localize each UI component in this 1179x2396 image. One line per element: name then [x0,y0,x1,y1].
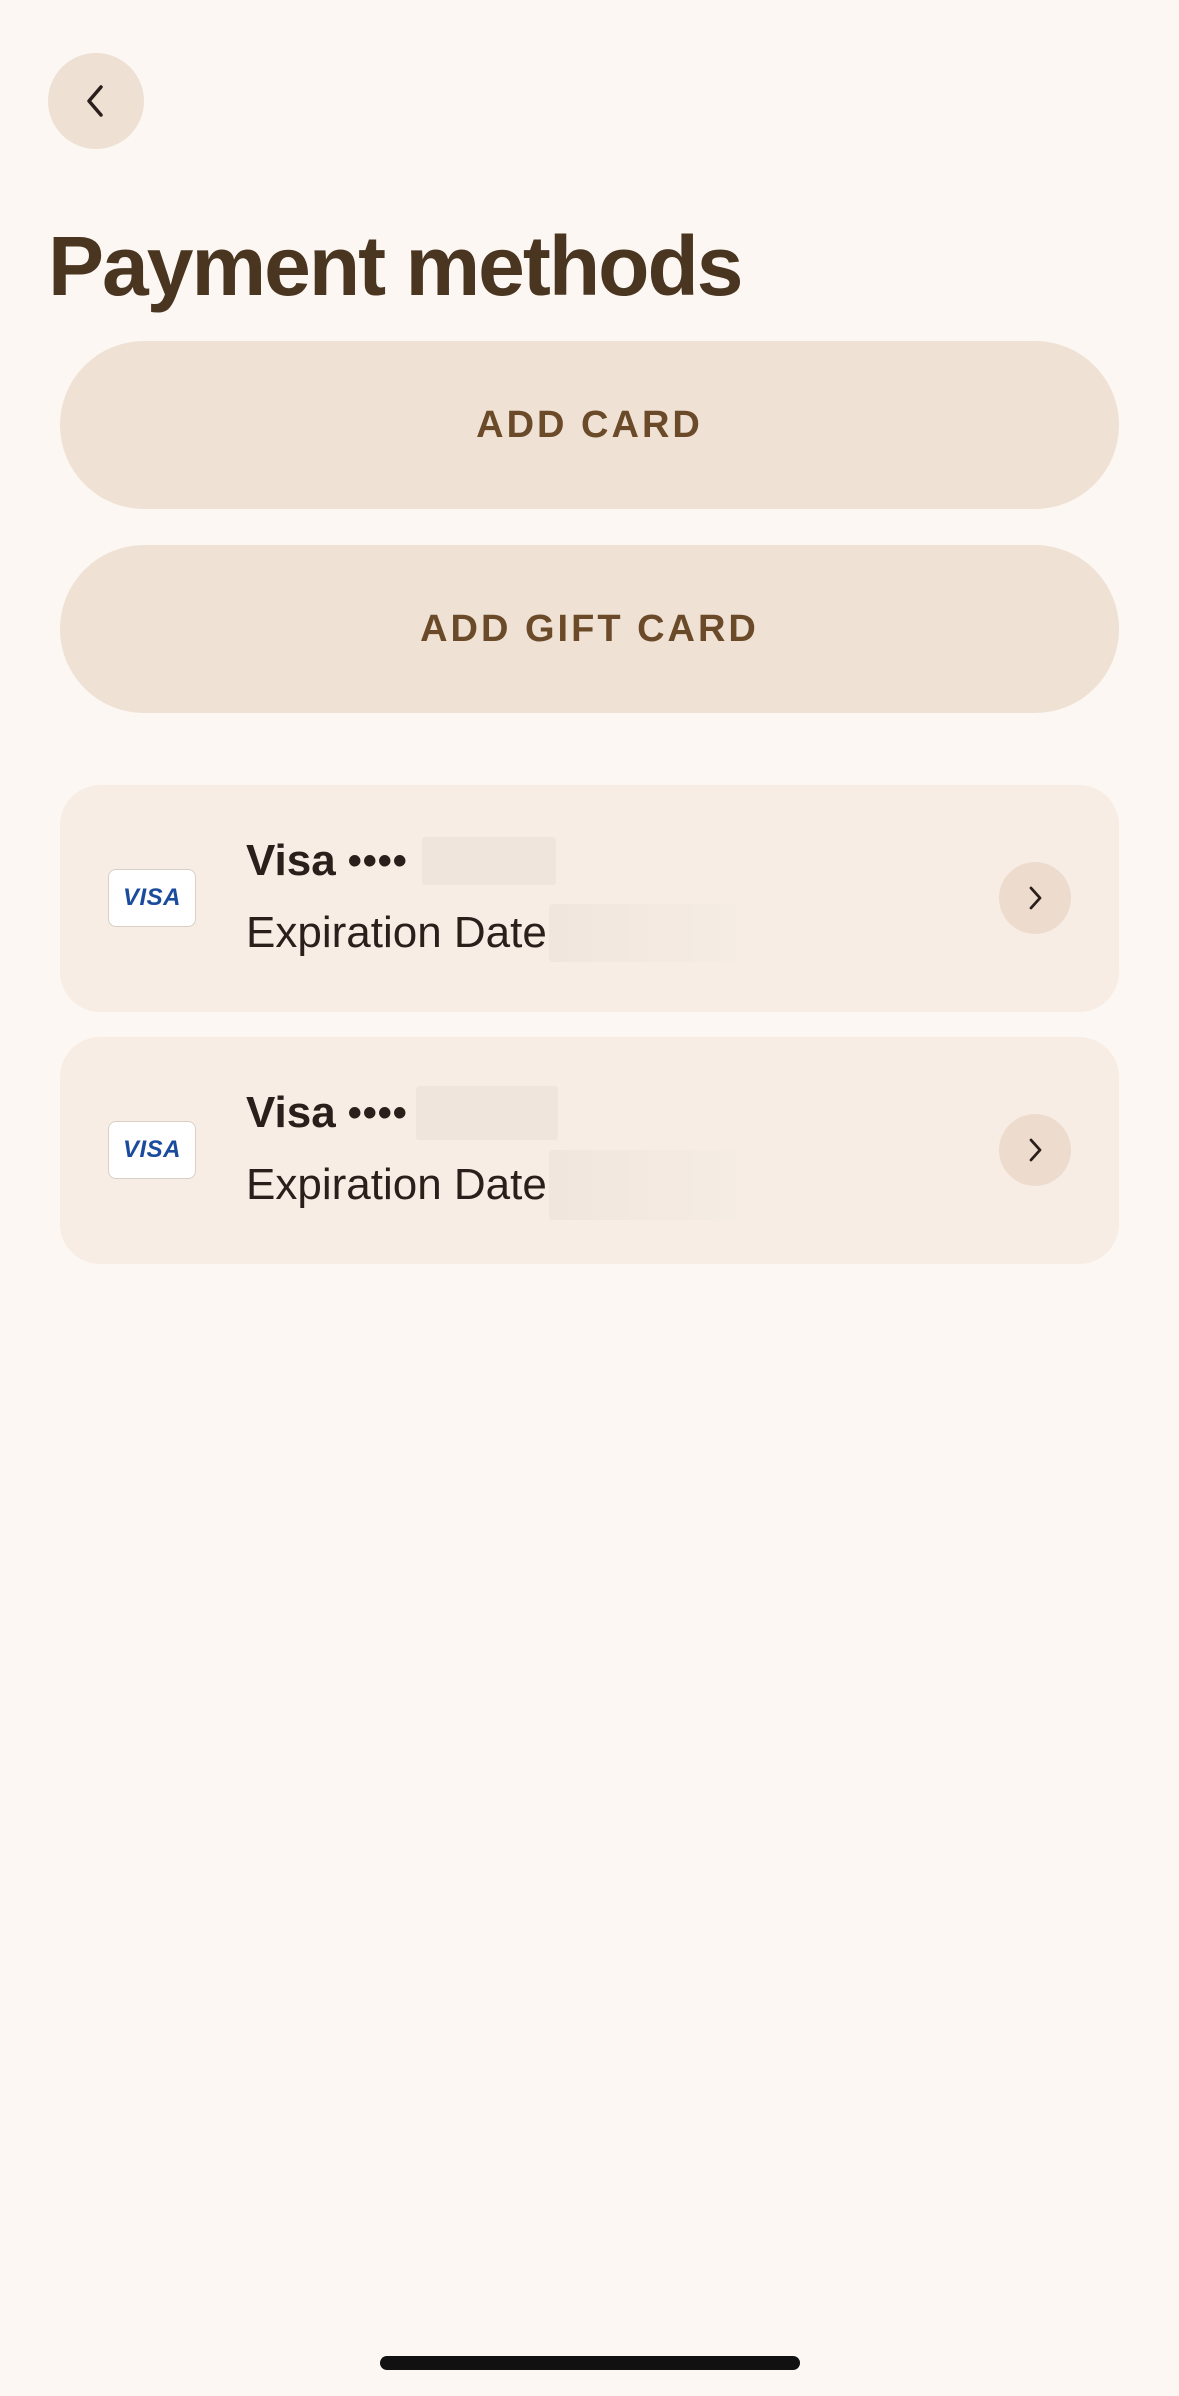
card-expiration-line: Expiration Date [246,903,735,963]
card-brand: Visa [246,1088,336,1137]
card-details-button[interactable] [999,862,1071,934]
add-card-button[interactable]: ADD CARD [60,341,1119,509]
visa-logo-icon: VISA [108,1121,196,1179]
expiration-label: Expiration Date [246,908,547,957]
add-gift-card-button[interactable]: ADD GIFT CARD [60,545,1119,713]
card-number-line: Visa •••• [246,1086,558,1140]
card-masked-dots: •••• [347,838,408,883]
page-title: Payment methods [48,219,744,313]
card-details-button[interactable] [999,1114,1071,1186]
redacted-card-number [421,837,556,885]
card-masked-dots: •••• [347,1090,408,1135]
payment-card-row[interactable]: VISA Visa •••• Expiration Date [60,785,1119,1012]
card-number-line: Visa •••• [246,835,556,887]
chevron-right-icon [1029,886,1042,910]
redacted-card-number [415,1086,558,1140]
redacted-expiration-date [548,904,735,962]
card-brand: Visa [246,836,336,885]
chevron-left-icon [87,85,103,117]
home-indicator[interactable] [380,2356,800,2370]
visa-logo-icon: VISA [108,869,196,927]
payment-card-row[interactable]: VISA Visa •••• Expiration Date [60,1037,1119,1264]
back-button[interactable] [48,53,144,149]
chevron-right-icon [1029,1138,1042,1162]
expiration-label: Expiration Date [246,1160,547,1209]
card-expiration-line: Expiration Date [246,1150,735,1220]
redacted-expiration-date [548,1150,735,1220]
